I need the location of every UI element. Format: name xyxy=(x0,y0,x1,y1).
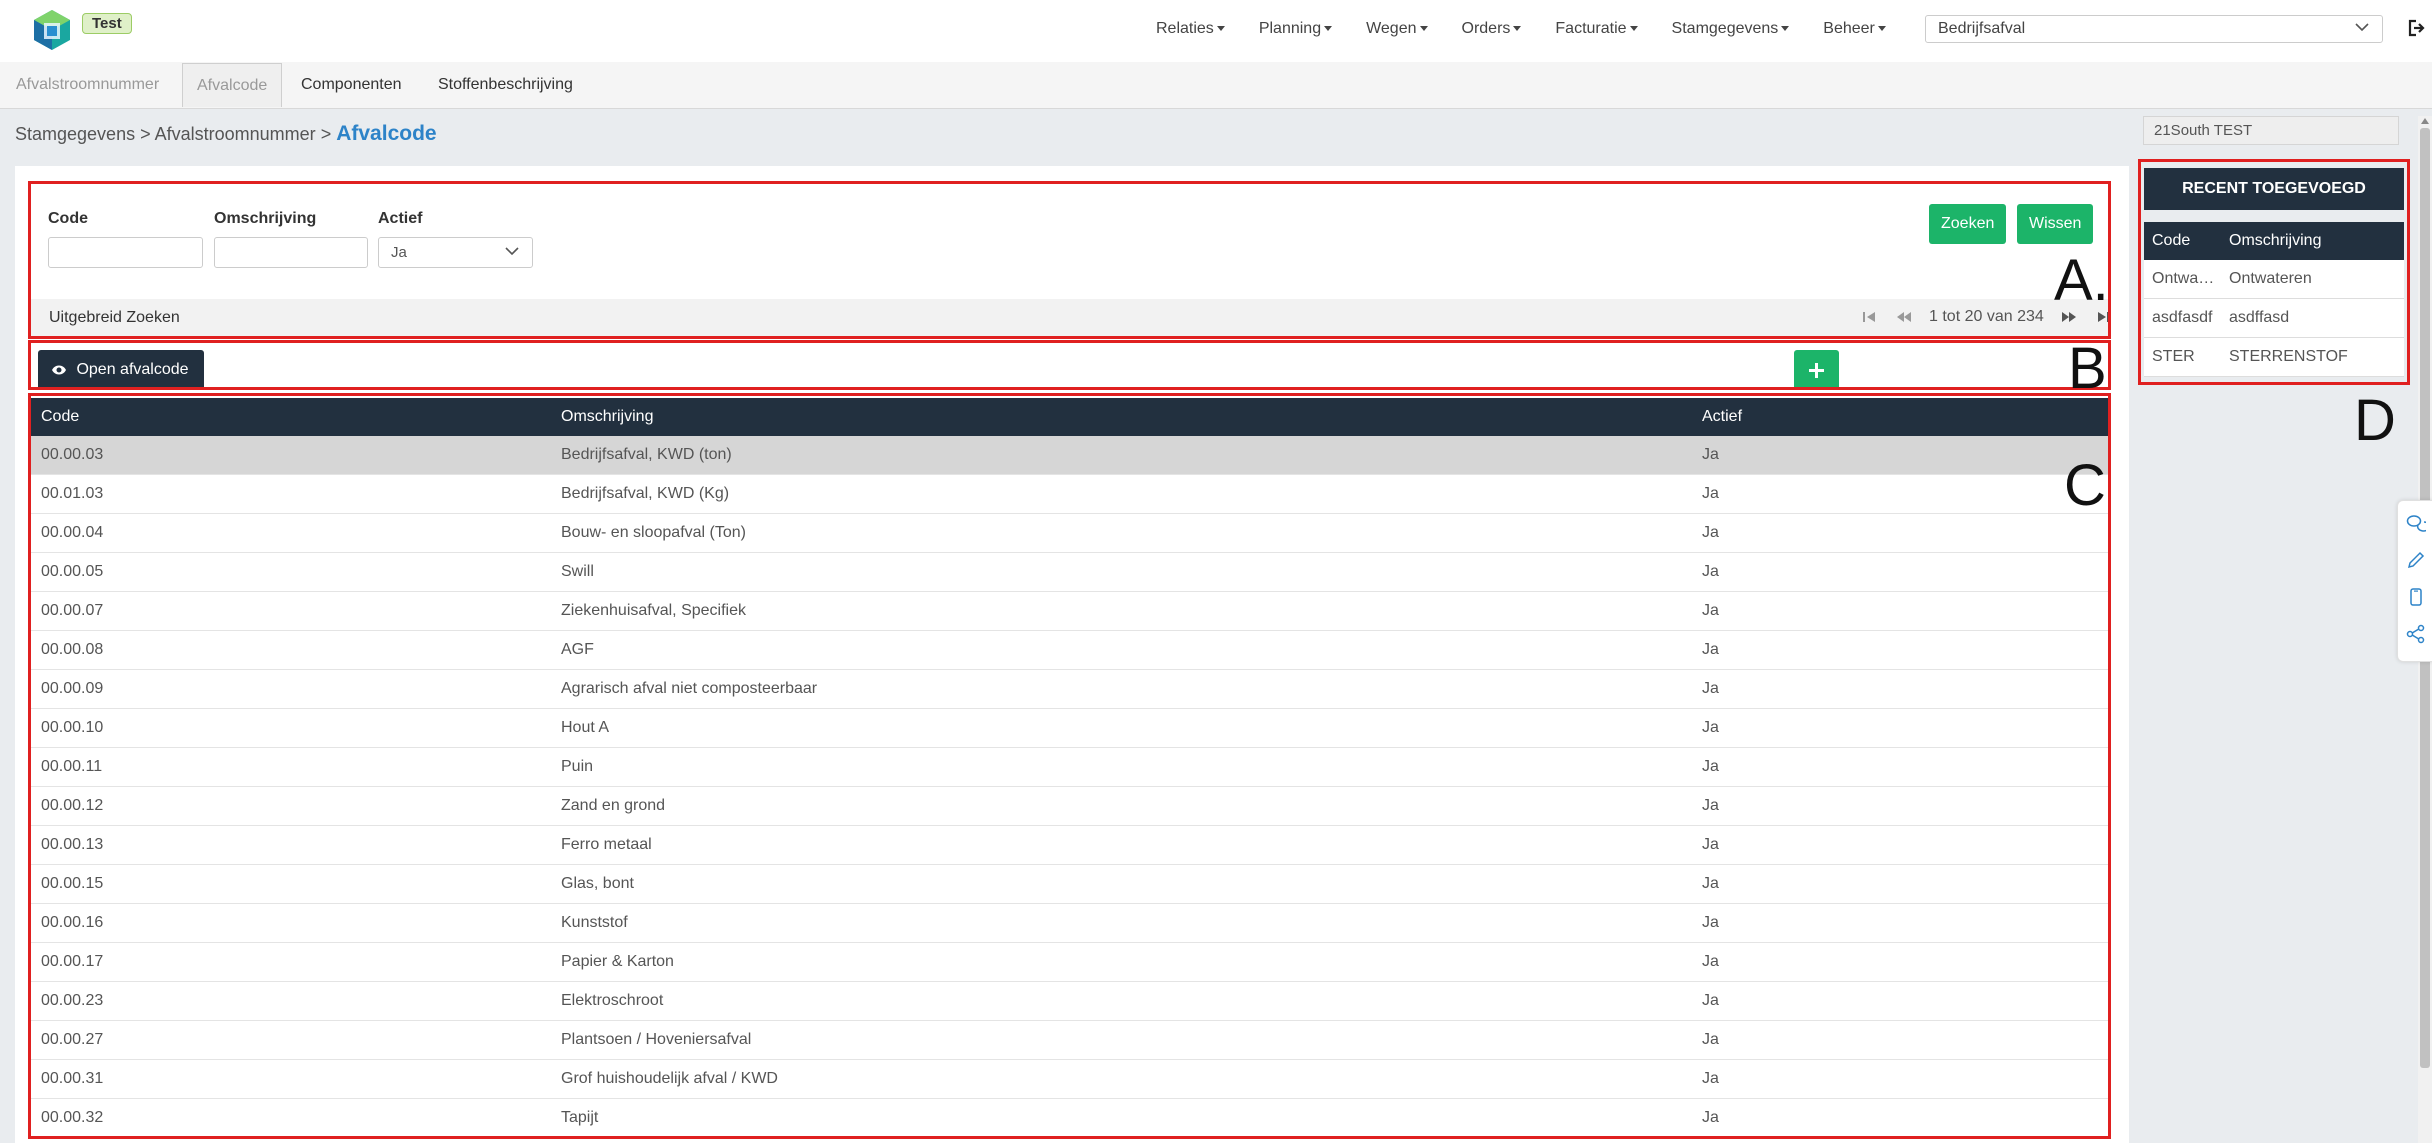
caret-down-icon xyxy=(1216,26,1225,32)
caret-down-icon xyxy=(1877,26,1886,32)
breadcrumb-stamgegevens[interactable]: Stamgegevens xyxy=(15,124,135,144)
breadcrumb-afvalstroomnummer[interactable]: Afvalstroomnummer xyxy=(155,124,316,144)
afvaltype-select[interactable]: Bedrijfsafval xyxy=(1925,15,2383,43)
annotation-marker-d: D xyxy=(2354,388,2396,453)
nav-stamgegevens[interactable]: Stamgegevens xyxy=(1672,20,1790,38)
top-bar: Test Relaties Planning Wegen Orders Fact… xyxy=(0,0,2432,62)
nav-orders[interactable]: Orders xyxy=(1462,20,1522,38)
nav-facturatie[interactable]: Facturatie xyxy=(1555,20,1638,38)
cube-logo-icon[interactable] xyxy=(30,8,74,52)
caret-down-icon xyxy=(1781,26,1790,32)
caret-down-icon xyxy=(1324,26,1333,32)
sub-navigation: Afvalstroomnummer Afvalcode Componenten … xyxy=(0,62,2432,109)
tab-componenten[interactable]: Componenten xyxy=(287,63,416,107)
share-icon[interactable] xyxy=(2406,624,2426,644)
phone-icon[interactable] xyxy=(2406,587,2426,607)
logout-icon[interactable] xyxy=(2407,19,2425,37)
pencil-icon[interactable] xyxy=(2406,550,2426,570)
annotation-marker-b: B xyxy=(2068,336,2107,401)
caret-down-icon xyxy=(1513,26,1522,32)
chat-icon[interactable] xyxy=(2406,513,2426,533)
nav-beheer[interactable]: Beheer xyxy=(1823,20,1886,38)
breadcrumb: Stamgegevens > Afvalstroomnummer > Afval… xyxy=(15,122,437,145)
page-title: Afvalcode xyxy=(336,122,437,145)
annotation-box-b xyxy=(28,340,2111,390)
annotation-marker-c: C xyxy=(2064,453,2106,518)
nav-relaties[interactable]: Relaties xyxy=(1156,20,1225,38)
side-toolbar xyxy=(2397,500,2432,662)
annotation-box-d xyxy=(2138,159,2410,385)
environment-badge: Test xyxy=(82,13,132,34)
tab-afvalcode[interactable]: Afvalcode xyxy=(182,63,283,107)
nav-wegen[interactable]: Wegen xyxy=(1366,20,1428,38)
caret-down-icon xyxy=(1419,26,1428,32)
chevron-down-icon xyxy=(2355,23,2369,32)
nav-planning[interactable]: Planning xyxy=(1259,20,1333,38)
tab-stoffenbeschrijving[interactable]: Stoffenbeschrijving xyxy=(424,63,587,107)
tab-afvalstroomnummer[interactable]: Afvalstroomnummer xyxy=(2,63,173,107)
caret-down-icon xyxy=(1629,26,1638,32)
main-navigation: Relaties Planning Wegen Orders Facturati… xyxy=(1156,20,1920,38)
tenant-label: 21South TEST xyxy=(2143,116,2399,145)
annotation-marker-a: A. xyxy=(2054,248,2109,313)
annotation-box-a xyxy=(28,181,2111,339)
scroll-up-arrow-icon[interactable] xyxy=(2421,118,2429,124)
annotation-box-c xyxy=(28,393,2111,1139)
